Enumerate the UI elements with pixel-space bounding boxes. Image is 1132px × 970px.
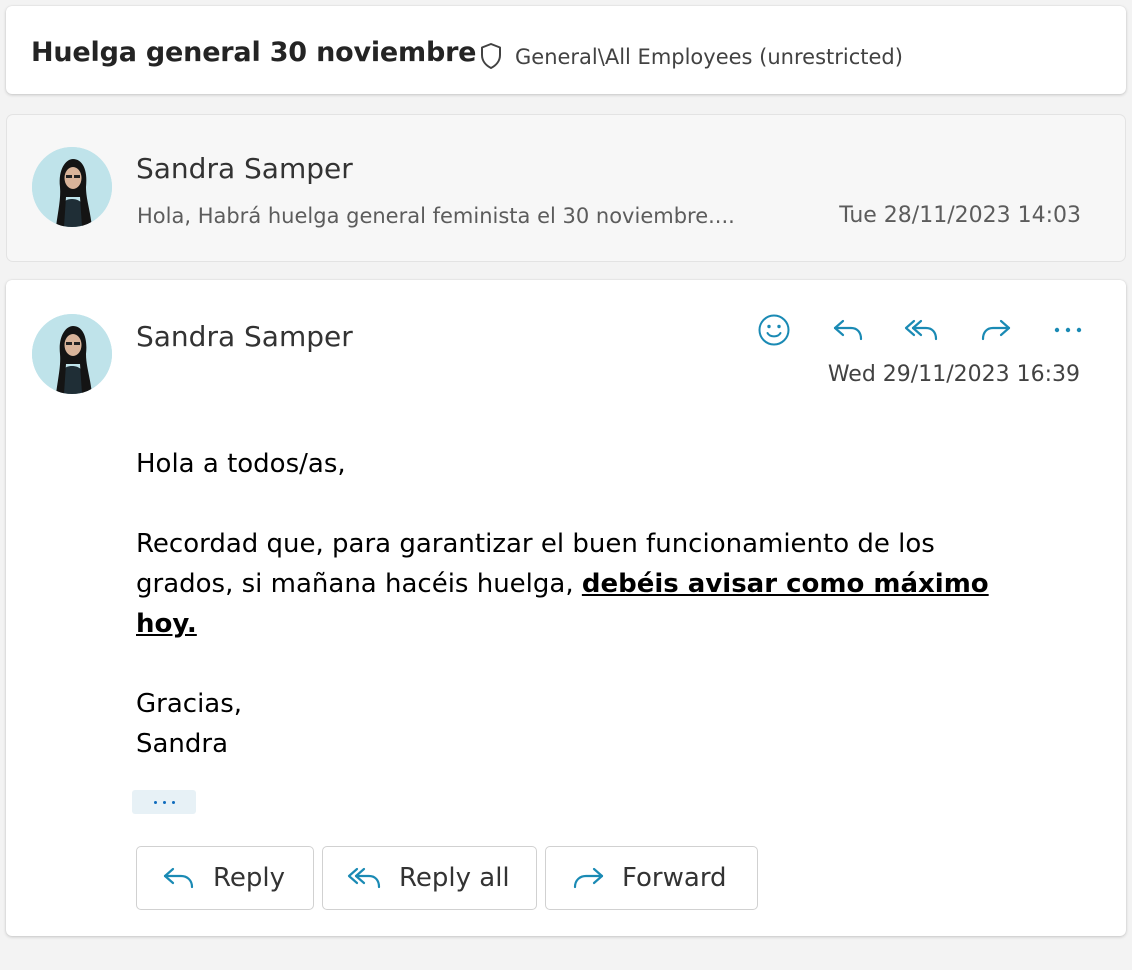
forward-button[interactable]: Forward (545, 846, 758, 910)
body-greeting: Hola a todos/as, (136, 449, 346, 479)
message-actions (754, 310, 1084, 350)
message-preview: Hola, Habrá huelga general feminista el … (137, 204, 735, 228)
forward-label: Forward (622, 863, 727, 893)
sensitivity-label[interactable]: General\All Employees (unrestricted) (515, 45, 903, 69)
body-paragraph: Recordad que, para garantizar el buen fu… (136, 524, 1036, 644)
message-body: Hola a todos/as, Recordad que, para gara… (136, 444, 1036, 764)
subject-header: Huelga general 30 noviembre General\All … (6, 6, 1126, 94)
smiley-icon[interactable] (754, 310, 794, 350)
reply-all-label: Reply all (399, 863, 510, 893)
body-signature: Sandra (136, 729, 229, 759)
reply-icon[interactable] (828, 310, 868, 350)
body-closing: Gracias, (136, 689, 243, 719)
reply-button[interactable]: Reply (136, 846, 314, 910)
email-subject: Huelga general 30 noviembre (31, 37, 477, 68)
shield-icon[interactable] (479, 42, 503, 70)
collapsed-message[interactable]: Sandra Samper Hola, Habrá huelga general… (7, 115, 1125, 261)
show-quoted-text-button[interactable] (132, 790, 196, 814)
more-icon[interactable] (1048, 310, 1088, 350)
reply-label: Reply (213, 863, 286, 893)
message-date: Tue 28/11/2023 14:03 (839, 203, 1081, 228)
sender-name: Sandra Samper (136, 152, 353, 185)
forward-icon[interactable] (976, 310, 1016, 350)
forward-icon (570, 860, 606, 896)
reply-icon (161, 860, 197, 896)
avatar (32, 314, 112, 394)
expanded-message: Sandra Samper Wed 29/11/2023 16:39 Hola … (6, 280, 1126, 936)
reply-all-icon (347, 860, 383, 896)
reply-all-button[interactable]: Reply all (322, 846, 537, 910)
avatar (32, 147, 112, 227)
sender-name: Sandra Samper (136, 320, 353, 353)
message-date: Wed 29/11/2023 16:39 (827, 362, 1080, 387)
reply-all-icon[interactable] (902, 310, 942, 350)
